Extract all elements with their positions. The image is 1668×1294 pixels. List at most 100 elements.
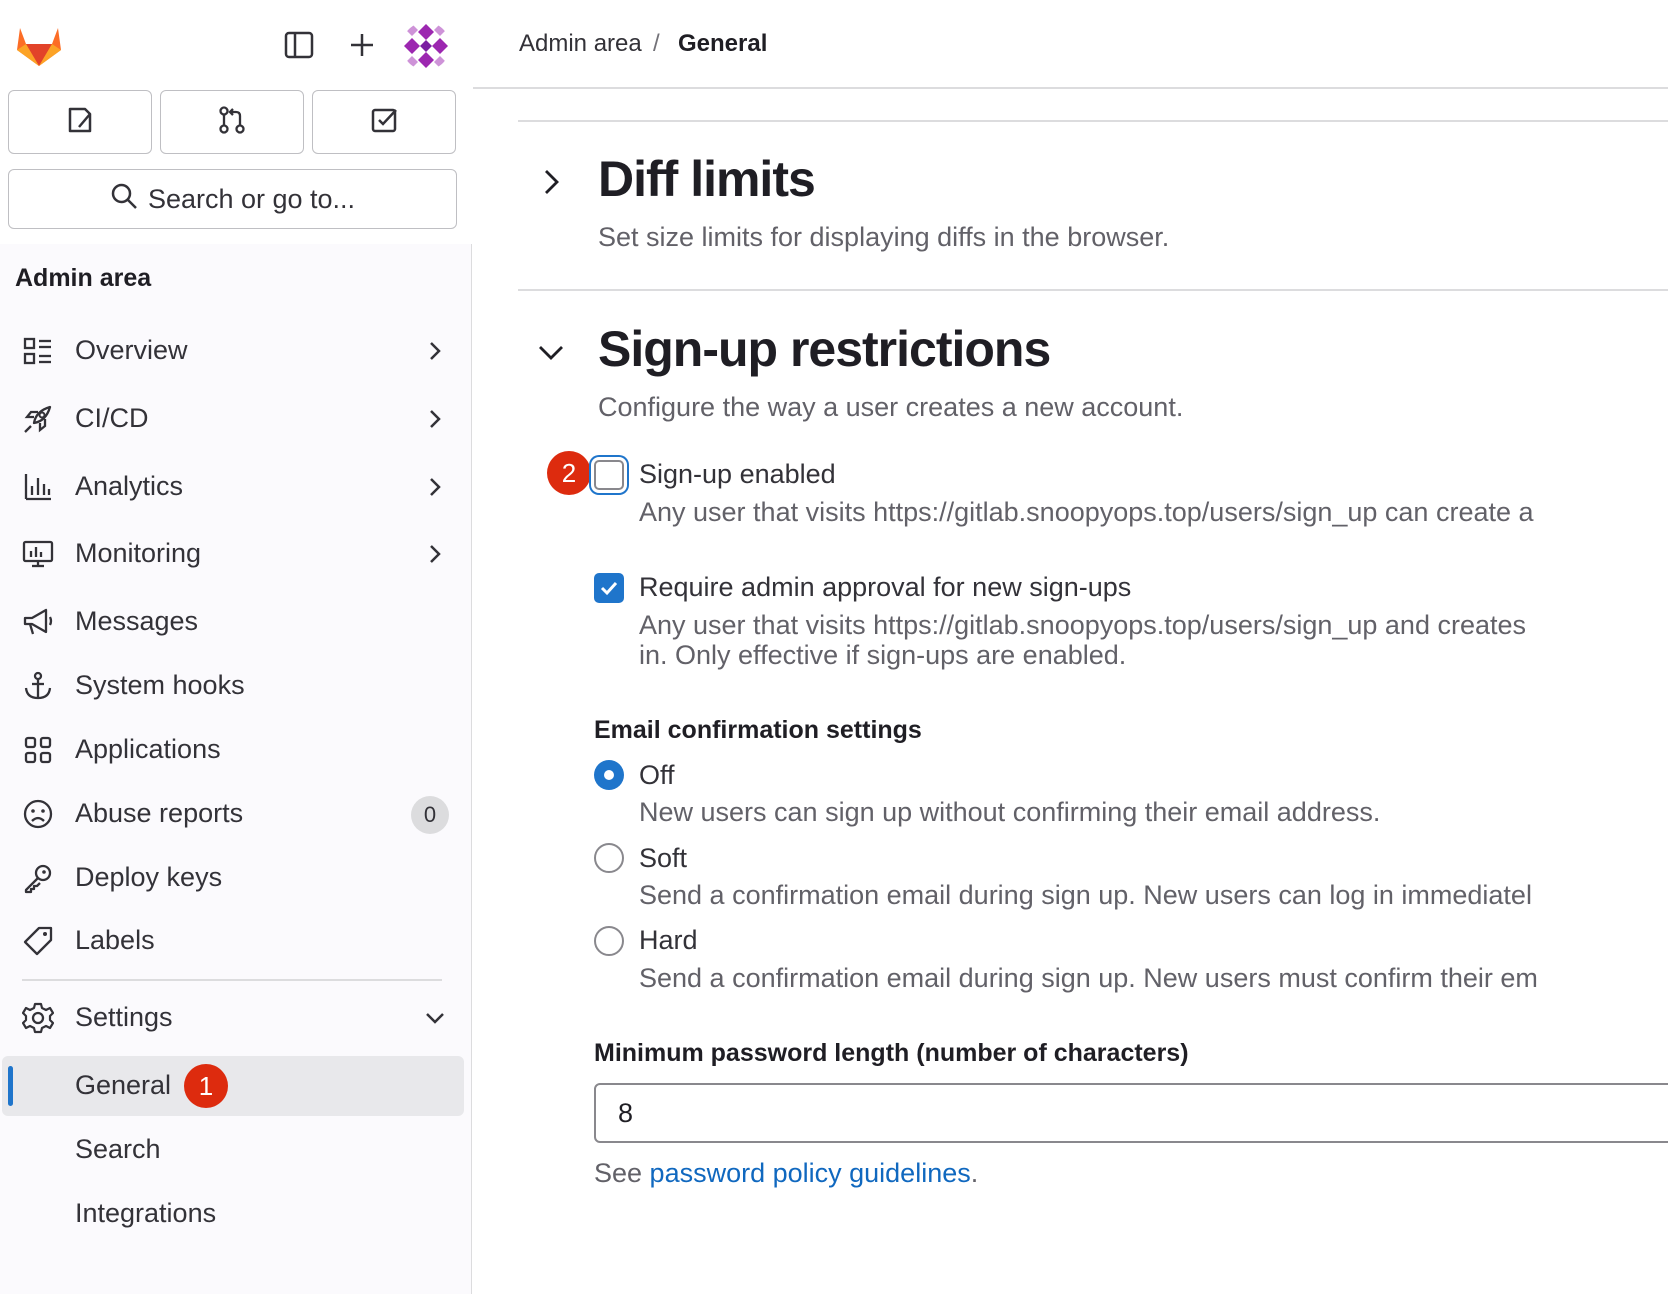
gitlab-logo-icon[interactable] [14, 22, 64, 68]
min-password-length-input[interactable] [594, 1083, 1668, 1143]
email-confirmation-off-radio[interactable] [594, 760, 624, 790]
search-label: Search or go to... [147, 183, 356, 214]
expand-section-chevron-right-icon[interactable] [536, 167, 566, 197]
chevron-right-icon [424, 475, 446, 499]
sad-face-icon [20, 798, 56, 830]
email-confirmation-soft-help: Send a confirmation email during sign up… [639, 880, 1532, 910]
signup-enabled-help: Any user that visits https://gitlab.snoo… [639, 497, 1534, 527]
admin-approval-checkbox[interactable] [594, 573, 624, 603]
overview-icon [20, 335, 56, 367]
sidebar-header: Search or go to... [0, 0, 472, 244]
sidebar: Search or go to... Admin area Overview C… [0, 0, 472, 1294]
issues-icon [65, 105, 95, 140]
password-policy-help-suffix: . [970, 1158, 979, 1188]
email-confirmation-hard-label[interactable]: Hard [639, 925, 698, 956]
sidebar-item-abuse-reports[interactable]: Abuse reports 0 [0, 784, 472, 844]
sidebar-divider [22, 979, 442, 981]
signup-restrictions-description: Configure the way a user creates a new a… [598, 392, 1184, 422]
sidebar-item-deploy-keys[interactable]: Deploy keys [0, 848, 472, 908]
avatar[interactable] [402, 22, 450, 70]
plus-icon[interactable] [341, 24, 383, 66]
sidebar-subitem-label: General [75, 1070, 172, 1100]
search-icon [110, 182, 138, 217]
signup-enabled-label[interactable]: Sign-up enabled [639, 459, 836, 490]
chevron-right-icon [424, 542, 446, 566]
section-divider [518, 120, 1668, 122]
min-password-length-label: Minimum password length (number of chara… [594, 1039, 1189, 1067]
email-confirmation-off-help: New users can sign up without confirming… [639, 797, 1381, 827]
password-policy-link[interactable]: password policy guidelines [650, 1158, 971, 1188]
sidebar-item-label: Deploy keys [75, 862, 223, 892]
sidebar-item-cicd[interactable]: CI/CD [0, 389, 472, 449]
password-policy-help-prefix: See [594, 1158, 650, 1188]
sidebar-subitem-search[interactable]: Search [0, 1120, 472, 1180]
sidebar-item-label: Labels [75, 925, 155, 955]
megaphone-icon [20, 606, 56, 638]
anchor-icon [20, 670, 56, 702]
sidebar-subitem-general[interactable]: General 1 [2, 1056, 464, 1116]
sidebar-item-applications[interactable]: Applications [0, 720, 472, 780]
issues-button[interactable] [8, 90, 152, 154]
sidebar-item-system-hooks[interactable]: System hooks [0, 656, 472, 716]
collapse-section-chevron-down-icon[interactable] [536, 337, 566, 367]
sidebar-item-label: Settings [75, 1002, 173, 1032]
sidebar-item-settings[interactable]: Settings [0, 988, 472, 1048]
password-policy-help: See password policy guidelines. [594, 1158, 978, 1189]
search-button[interactable]: Search or go to... [8, 169, 457, 229]
sidebar-context-title: Admin area [15, 264, 152, 292]
sidebar-item-analytics[interactable]: Analytics [0, 457, 472, 517]
todo-button[interactable] [312, 90, 456, 154]
grid-icon [20, 734, 56, 766]
sidebar-item-label: System hooks [75, 670, 245, 700]
gear-icon [20, 1002, 56, 1034]
breadcrumb: Admin area / General [473, 0, 1668, 89]
sidebar-item-label: Abuse reports [75, 798, 244, 828]
chevron-right-icon [424, 339, 446, 363]
label-icon [20, 925, 56, 957]
sidebar-subitem-label: Integrations [75, 1198, 217, 1228]
sidebar-subitem-label: Search [75, 1134, 161, 1164]
admin-approval-label[interactable]: Require admin approval for new sign-ups [639, 572, 1131, 603]
diff-limits-description: Set size limits for displaying diffs in … [598, 222, 1170, 252]
step-marker-2: 2 [547, 451, 591, 495]
rocket-icon [20, 403, 56, 435]
section-divider [518, 289, 1668, 291]
checkmark-icon [600, 581, 618, 596]
sidebar-item-label: Overview [75, 335, 188, 365]
toggle-sidebar-icon[interactable] [278, 24, 320, 66]
sidebar-item-monitoring[interactable]: Monitoring [0, 524, 472, 584]
email-confirmation-hard-help: Send a confirmation email during sign up… [639, 963, 1538, 993]
todo-icon [369, 105, 399, 140]
chevron-down-icon [424, 1006, 446, 1030]
key-icon [20, 862, 56, 894]
monitor-icon [20, 538, 56, 570]
email-confirmation-soft-radio[interactable] [594, 843, 624, 873]
email-confirmation-off-label[interactable]: Off [639, 760, 675, 791]
signup-enabled-checkbox[interactable] [594, 460, 624, 490]
email-confirmation-soft-label[interactable]: Soft [639, 843, 687, 874]
admin-approval-help-line2: in. Only effective if sign-ups are enabl… [639, 640, 1127, 670]
sidebar-item-overview[interactable]: Overview [0, 321, 472, 381]
diff-limits-title[interactable]: Diff limits [598, 150, 816, 208]
merge-requests-button[interactable] [160, 90, 304, 154]
breadcrumb-parent-link[interactable]: Admin area [519, 30, 642, 58]
sidebar-item-label: Applications [75, 734, 221, 764]
sidebar-item-label: Messages [75, 606, 199, 636]
sidebar-item-label: CI/CD [75, 403, 149, 433]
sidebar-item-label: Analytics [75, 471, 184, 501]
sidebar-item-labels[interactable]: Labels [0, 911, 472, 971]
chart-icon [20, 471, 56, 503]
sidebar-subitem-integrations[interactable]: Integrations [0, 1184, 472, 1244]
sidebar-item-label: Monitoring [75, 538, 202, 568]
step-marker-1: 1 [184, 1064, 228, 1108]
chevron-right-icon [424, 407, 446, 431]
merge-request-icon [217, 105, 247, 140]
sidebar-item-messages[interactable]: Messages [0, 592, 472, 652]
signup-restrictions-title[interactable]: Sign-up restrictions [598, 320, 1051, 378]
email-confirmation-hard-radio[interactable] [594, 926, 624, 956]
email-confirmation-label: Email confirmation settings [594, 716, 922, 744]
admin-approval-help-line1: Any user that visits https://gitlab.snoo… [639, 610, 1527, 640]
breadcrumb-separator: / [653, 30, 660, 57]
breadcrumb-current: General [678, 30, 768, 57]
count-badge: 0 [411, 796, 449, 834]
